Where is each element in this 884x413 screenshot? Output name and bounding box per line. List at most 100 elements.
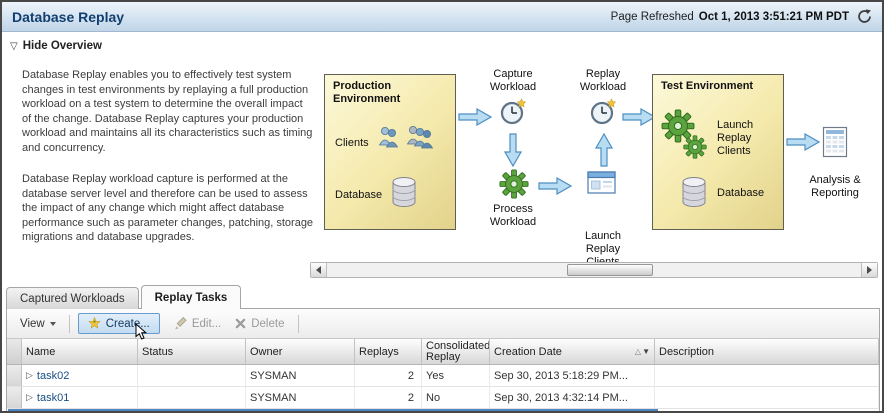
table-bottom-indicator — [8, 409, 658, 411]
overview-paragraph-2: Database Replay workload capture is perf… — [22, 172, 314, 245]
capture-workload-clock-icon — [500, 98, 528, 131]
creation-date-cell: Sep 30, 2013 4:32:14 PM... — [490, 387, 655, 409]
arrow-capture-to-process — [504, 133, 522, 167]
clients-people-icon — [377, 123, 435, 156]
arrow-replay-to-test — [622, 108, 656, 126]
production-database-icon — [389, 175, 419, 214]
mouse-cursor-icon — [135, 323, 147, 343]
production-environment-box: Production Environment Clients Database — [324, 74, 456, 230]
view-menu-label: View — [20, 318, 45, 330]
name-cell: ▷ task02 — [22, 365, 138, 387]
scroll-left-icon — [316, 266, 321, 274]
consolidated-replay-cell: Yes — [422, 365, 490, 387]
table-row-task01[interactable]: ▷ task01 SYSMAN 2 No Sep 30, 2013 4:32:1… — [7, 387, 879, 409]
production-environment-title: Production Environment — [325, 75, 455, 106]
creation-date-header-label: Creation Date — [494, 346, 562, 358]
column-header-description[interactable]: Description — [655, 339, 879, 365]
process-workload-gear-icon — [499, 169, 529, 204]
column-header-replays[interactable]: Replays — [355, 339, 422, 365]
status-cell — [138, 387, 246, 409]
column-header-name[interactable]: Name — [22, 339, 138, 365]
analysis-reporting-icon — [822, 126, 850, 163]
test-environment-title: Test Environment — [653, 75, 783, 93]
name-cell: ▷ task01 — [22, 387, 138, 409]
header-selector-cell — [7, 339, 22, 365]
delete-button[interactable]: Delete — [235, 318, 284, 330]
clients-label: Clients — [335, 137, 369, 150]
overview-paragraph-1: Database Replay enables you to effective… — [22, 68, 314, 155]
pencil-icon — [174, 317, 187, 330]
delete-x-icon — [235, 318, 246, 329]
refresh-icon[interactable] — [857, 9, 872, 24]
test-launch-replay-clients-label: Launch Replay Clients — [717, 119, 777, 158]
replays-cell: 2 — [355, 365, 422, 387]
consolidated-replay-cell: No — [422, 387, 490, 409]
arrow-process-to-launch — [538, 177, 572, 195]
column-header-status[interactable]: Status — [138, 339, 246, 365]
arrow-production-to-capture — [458, 108, 492, 126]
scroll-left-button[interactable] — [311, 263, 327, 277]
delete-button-label: Delete — [251, 318, 284, 330]
scroll-right-button[interactable] — [861, 263, 877, 277]
owner-cell: SYSMAN — [246, 387, 355, 409]
row-selector-cell[interactable] — [7, 387, 22, 409]
column-header-owner[interactable]: Owner — [246, 339, 355, 365]
replay-workload-clock-icon — [590, 98, 618, 131]
page-refreshed: Page Refreshed Oct 1, 2013 3:51:21 PM PD… — [611, 9, 872, 24]
creation-date-cell: Sep 30, 2013 5:18:29 PM... — [490, 365, 655, 387]
description-cell — [655, 387, 879, 409]
description-cell — [655, 365, 879, 387]
hide-overview-toggle[interactable]: ▽ Hide Overview — [10, 40, 102, 52]
owner-cell: SYSMAN — [246, 365, 355, 387]
capture-workload-label: Capture Workload — [479, 68, 547, 94]
scroll-right-icon — [867, 266, 872, 274]
disclosure-triangle-icon: ▽ — [10, 41, 18, 52]
process-workload-label: Process Workload — [479, 203, 547, 229]
test-gear-small-icon — [683, 135, 707, 164]
sort-controls: △ ▼ — [635, 347, 650, 356]
row-expander-icon[interactable]: ▷ — [26, 370, 33, 381]
test-environment-box: Test Environment — [652, 74, 784, 230]
toolbar-separator — [298, 315, 299, 333]
status-cell — [138, 365, 246, 387]
create-icon — [88, 317, 101, 330]
page-refreshed-time: Oct 1, 2013 3:51:21 PM PDT — [699, 11, 849, 23]
column-header-consolidated-replay[interactable]: Consolidated Replay — [422, 339, 490, 365]
diagram-scrollbar[interactable] — [310, 262, 878, 278]
toolbar-separator — [69, 315, 70, 333]
replay-tasks-panel: View Create... — [6, 308, 880, 411]
task-name-link[interactable]: task01 — [37, 392, 69, 404]
edit-button[interactable]: Edit... — [174, 317, 221, 330]
create-button[interactable]: Create... — [78, 313, 160, 334]
database-replay-page: Database Replay Page Refreshed Oct 1, 20… — [0, 0, 884, 413]
test-database-icon — [679, 175, 709, 214]
replay-workload-label: Replay Workload — [572, 68, 634, 94]
column-header-creation-date[interactable]: Creation Date △ ▼ — [490, 339, 655, 365]
workload-tabs: Captured Workloads Replay Tasks — [6, 285, 241, 309]
task-name-link[interactable]: task02 — [37, 370, 69, 382]
tab-replay-tasks[interactable]: Replay Tasks — [141, 285, 242, 309]
row-expander-icon[interactable]: ▷ — [26, 392, 33, 403]
replay-tasks-toolbar: View Create... — [7, 309, 879, 339]
page-header: Database Replay Page Refreshed Oct 1, 20… — [2, 2, 882, 32]
arrow-test-to-analysis — [786, 133, 820, 151]
page-refreshed-label: Page Refreshed — [611, 11, 694, 23]
test-database-label: Database — [717, 187, 764, 200]
page-title: Database Replay — [12, 9, 124, 25]
arrow-launch-to-replay — [595, 133, 613, 167]
scrollbar-thumb[interactable] — [567, 264, 652, 276]
scrollbar-track[interactable] — [327, 263, 861, 277]
replays-cell: 2 — [355, 387, 422, 409]
hide-overview-label: Hide Overview — [23, 40, 102, 52]
sort-ascending-icon[interactable]: △ — [635, 347, 641, 356]
production-database-label: Database — [335, 189, 382, 202]
view-menu-button[interactable]: View — [15, 315, 61, 333]
analysis-reporting-label: Analysis & Reporting — [800, 174, 870, 200]
row-selector-cell[interactable] — [7, 365, 22, 387]
table-row-task02[interactable]: ▷ task02 SYSMAN 2 Yes Sep 30, 2013 5:18:… — [7, 365, 879, 387]
edit-button-label: Edit... — [192, 318, 221, 330]
sort-descending-icon[interactable]: ▼ — [642, 347, 650, 356]
tab-captured-workloads[interactable]: Captured Workloads — [6, 287, 139, 309]
launch-replay-clients-window-icon — [587, 171, 619, 202]
chevron-down-icon — [50, 322, 56, 326]
